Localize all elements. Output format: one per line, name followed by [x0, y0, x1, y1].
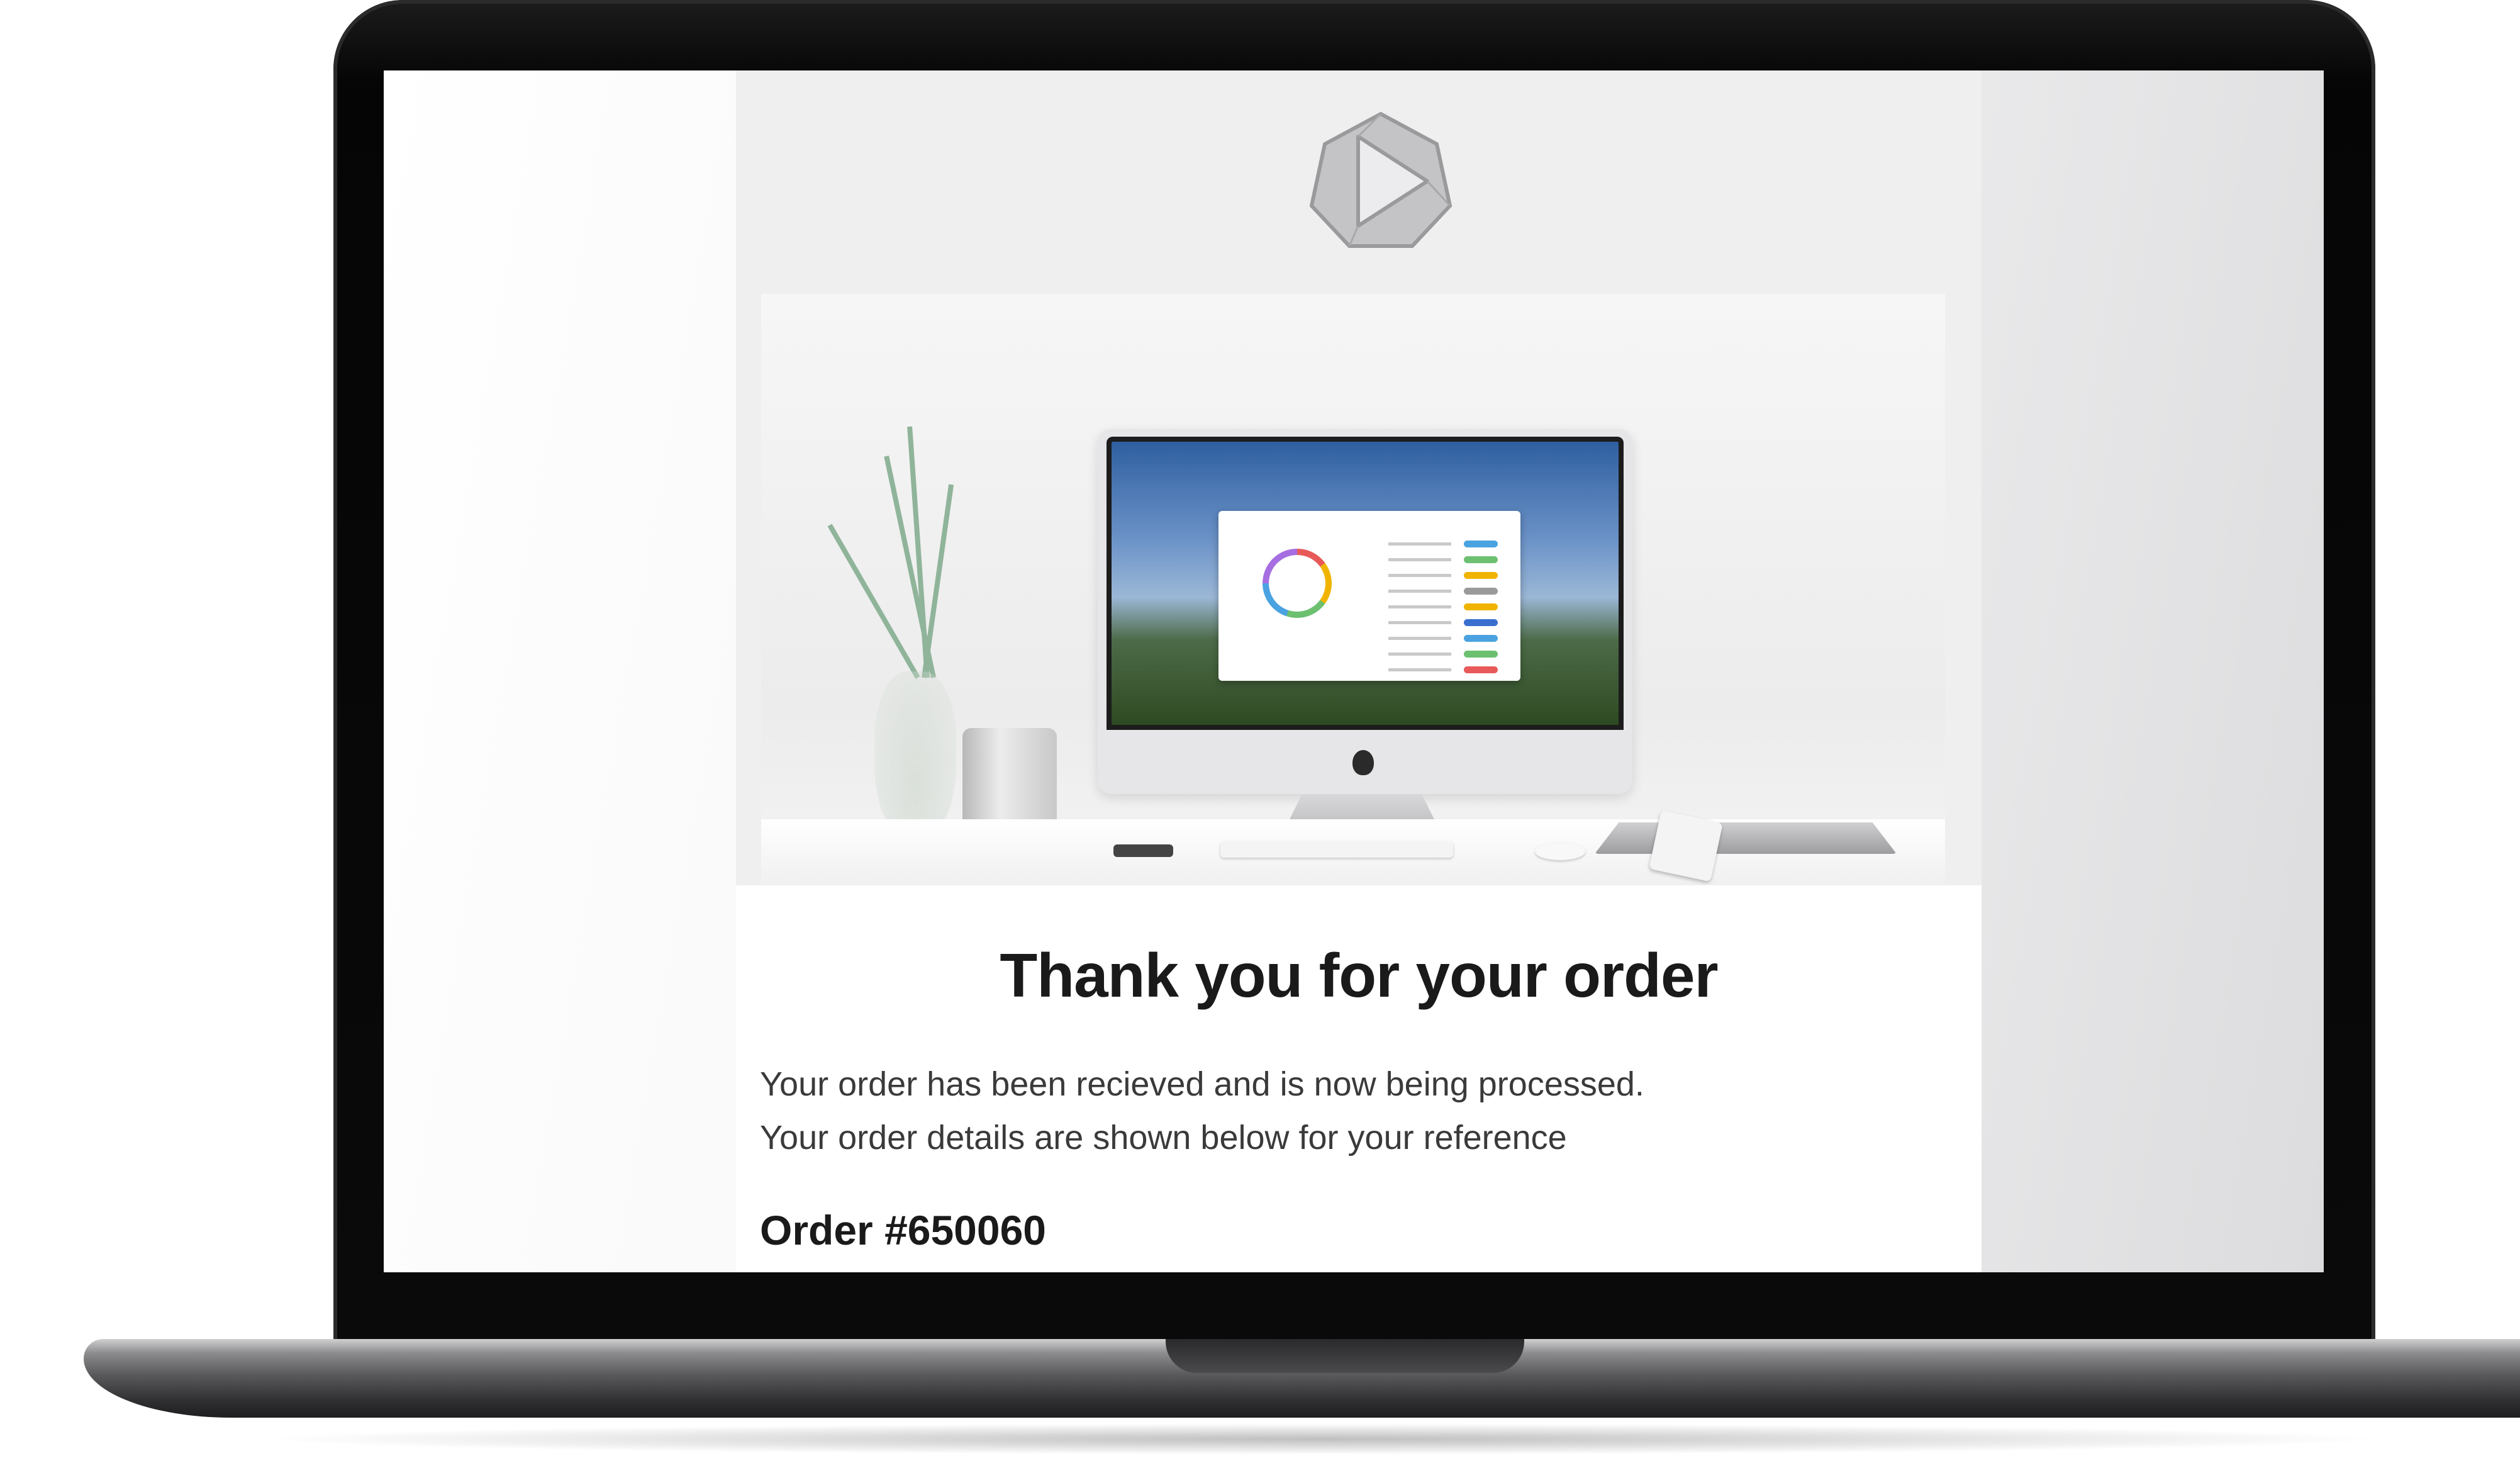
list-item [1388, 637, 1451, 640]
list-item [1388, 653, 1451, 656]
laptop-shadow [252, 1423, 2390, 1455]
email-content: Thank you for your order Your order has … [736, 885, 1982, 1272]
list-item [1388, 542, 1451, 546]
list-item [1388, 605, 1451, 608]
plant-stem [922, 484, 954, 678]
hero-image [761, 294, 1945, 885]
hexagon-play-logo-icon [1309, 111, 1452, 248]
status-pill [1464, 541, 1498, 547]
status-pill [1464, 666, 1498, 673]
list-item [1388, 621, 1451, 624]
status-pill [1464, 651, 1498, 658]
confirmation-message: Your order has been recieved and is now … [760, 1065, 1644, 1103]
page-title: Thank you for your order [1000, 941, 1718, 1010]
keyboard [1220, 841, 1453, 858]
closed-laptop [1595, 822, 1897, 854]
cube-object [1649, 810, 1723, 882]
reference-message: Your order details are shown below for y… [760, 1119, 1567, 1157]
dashboard-window [1218, 511, 1520, 681]
status-pill [1464, 603, 1498, 610]
status-pill [1464, 556, 1498, 563]
monitor-display [1107, 437, 1624, 730]
status-pill [1464, 635, 1498, 642]
list-item [1388, 590, 1451, 593]
desktop-monitor [1098, 429, 1632, 794]
list-item [1388, 558, 1451, 561]
laptop-screen: Thank you for your order Your order has … [384, 70, 2324, 1272]
laptop-notch [1166, 1339, 1524, 1373]
laptop-lid: Thank you for your order Your order has … [333, 0, 2375, 1372]
order-number: Order #650060 [760, 1207, 1047, 1253]
status-pill [1464, 572, 1498, 579]
status-pill [1464, 619, 1498, 626]
status-pill [1464, 588, 1498, 595]
list-item [1388, 574, 1451, 577]
phone [1113, 844, 1173, 857]
donut-graphic [1263, 549, 1332, 618]
list-item [1388, 668, 1451, 671]
glass-vase [874, 671, 956, 841]
apple-logo-icon [1352, 750, 1374, 775]
mouse [1535, 843, 1585, 860]
